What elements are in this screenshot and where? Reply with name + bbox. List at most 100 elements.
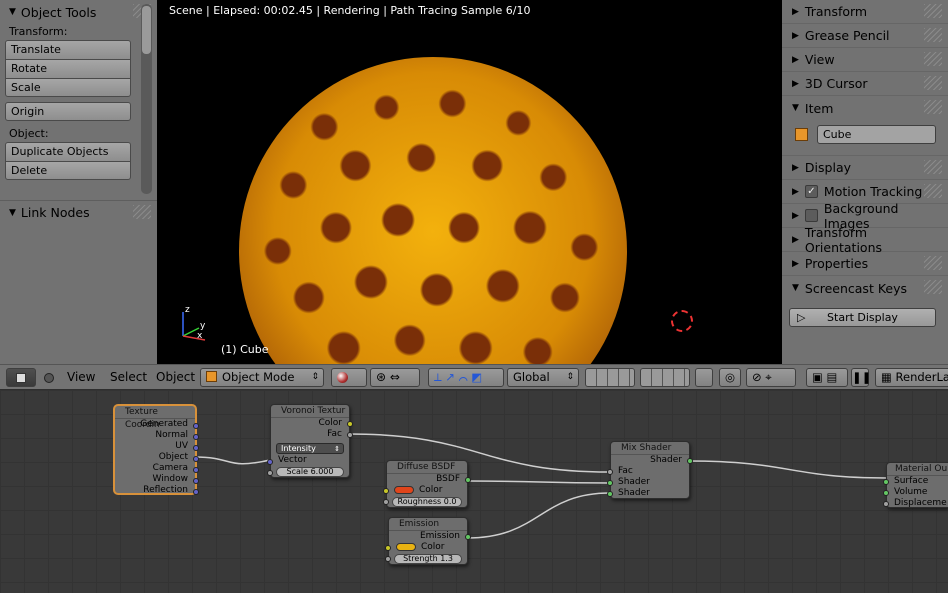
collapse-triangle-icon: ▼	[792, 283, 799, 293]
socket-emission[interactable]: Emission	[389, 531, 467, 542]
proportional-edit-icon[interactable]: ◎	[719, 368, 741, 387]
svg-text:y: y	[200, 321, 206, 331]
panel-display[interactable]: ▶ Display	[782, 156, 948, 180]
render-buttons[interactable]: ▣ ▤	[806, 368, 848, 387]
socket-object[interactable]: Object	[115, 452, 195, 463]
node-title: Diffuse BSDF	[387, 461, 467, 474]
strength-field[interactable]: Strength 1.3	[394, 554, 462, 564]
socket-bsdf[interactable]: BSDF	[387, 474, 467, 485]
socket-shader-2[interactable]: Shader	[611, 488, 689, 499]
lock-layer-icon[interactable]	[695, 368, 713, 387]
panel-properties[interactable]: ▶ Properties	[782, 252, 948, 276]
panel-item[interactable]: ▼ Item	[782, 96, 948, 120]
panel-view[interactable]: ▶ View	[782, 48, 948, 72]
delete-button[interactable]: Delete	[5, 161, 131, 180]
color-swatch	[396, 542, 416, 551]
expand-triangle-icon: ▶	[792, 186, 799, 197]
render-layer-icon: ▦	[881, 370, 896, 384]
manipulator-toggles[interactable]: ⟂ ↗ ⌒ ◩	[428, 368, 504, 387]
orientation-selector[interactable]: Global ⇕	[507, 368, 579, 387]
link-nodes-header[interactable]: ▼ Link Nodes	[0, 200, 157, 224]
tool-shelf-scrollbar[interactable]	[141, 4, 152, 194]
collapse-triangle-icon: ▼	[792, 103, 799, 113]
object-menu[interactable]: Object	[156, 369, 195, 386]
socket-color[interactable]: Color	[271, 418, 349, 429]
cube-icon	[16, 373, 26, 383]
start-display-button[interactable]: ▷ Start Display	[789, 308, 936, 327]
socket-volume[interactable]: Volume	[887, 487, 948, 498]
panel-transform[interactable]: ▶ Transform	[782, 0, 948, 24]
socket-generated[interactable]: Generated	[115, 419, 195, 430]
layer-buttons-1[interactable]	[585, 368, 635, 387]
expand-triangle-icon: ▶	[792, 78, 799, 89]
voronoi-texture-node[interactable]: Voronoi Textur Color Fac Intensity ⇕ Vect…	[267, 404, 353, 478]
socket-normal[interactable]: Normal	[115, 430, 195, 441]
pause-icon[interactable]: ❚❚	[851, 368, 871, 387]
diffuse-bsdf-node[interactable]: Diffuse BSDF BSDF Color Roughness 0.0	[383, 460, 471, 508]
3d-viewport[interactable]: Scene | Elapsed: 00:02.45 | Rendering | …	[157, 0, 782, 445]
node-editor-canvas[interactable]: Texture Coordin Generated Normal UV Obje…	[0, 390, 948, 593]
background-images-checkbox[interactable]	[804, 209, 818, 222]
socket-fac[interactable]: Fac	[611, 466, 689, 477]
drag-grip-icon[interactable]	[133, 205, 151, 219]
material-output-node[interactable]: Material Ou Surface Volume Displaceme	[883, 462, 948, 509]
panel-grease-pencil[interactable]: ▶ Grease Pencil	[782, 24, 948, 48]
expand-triangle-icon: ▶	[792, 258, 799, 269]
transform-label: Transform:	[9, 25, 68, 38]
view-menu[interactable]: View	[67, 369, 95, 386]
socket-window[interactable]: Window	[115, 474, 195, 485]
panel-transform-orientations[interactable]: ▶ Transform Orientations	[782, 225, 948, 255]
scale-button[interactable]: Scale	[5, 78, 131, 97]
pivot-selector[interactable]: ⊛ ⇔	[370, 368, 420, 387]
motion-tracking-checkbox[interactable]: ✓	[804, 185, 818, 198]
socket-vector[interactable]: Vector	[271, 455, 349, 466]
3d-cursor-icon[interactable]	[671, 310, 693, 332]
layer-buttons-2[interactable]	[640, 368, 690, 387]
roughness-field[interactable]: Roughness 0.0	[392, 497, 462, 507]
panel-3d-cursor[interactable]: ▶ 3D Cursor	[782, 72, 948, 96]
axis-gizmo-icon: z y x	[182, 305, 206, 341]
emission-color-row[interactable]: Color	[389, 542, 467, 553]
editor-type-button[interactable]	[6, 368, 36, 387]
origin-button[interactable]: Origin	[5, 102, 131, 121]
object-name-field[interactable]: Cube	[817, 125, 936, 144]
render-status: Scene | Elapsed: 00:02.45 | Rendering | …	[169, 4, 531, 17]
active-object-label: (1) Cube	[221, 343, 269, 356]
snap-icon: ⊘ ⌖	[752, 370, 772, 384]
socket-uv[interactable]: UV	[115, 441, 195, 452]
svg-text:x: x	[197, 331, 203, 341]
socket-fac[interactable]: Fac	[271, 429, 349, 440]
collapse-menu-icon[interactable]	[44, 373, 54, 383]
node-title: Texture Coordin	[115, 406, 195, 430]
duplicate-objects-button[interactable]: Duplicate Objects	[5, 142, 131, 161]
coloring-dropdown[interactable]: Intensity ⇕	[276, 443, 344, 454]
expand-triangle-icon: ▶	[792, 30, 799, 41]
mode-selector[interactable]: Object Mode ⇕	[200, 368, 324, 387]
manipulator-icon: ⟂ ↗ ⌒ ◩	[434, 370, 483, 384]
mix-shader-node[interactable]: Mix Shader Shader Fac Shader Shader	[607, 441, 693, 499]
scale-field[interactable]: Scale 6.000	[276, 467, 344, 477]
socket-camera[interactable]: Camera	[115, 463, 195, 474]
node-title: Voronoi Textur	[271, 405, 349, 418]
texture-coordinate-node[interactable]: Texture Coordin Generated Normal UV Obje…	[114, 405, 199, 496]
object-tools-header[interactable]: ▼ Object Tools	[0, 0, 157, 24]
socket-shader-1[interactable]: Shader	[611, 477, 689, 488]
viewport-shading-selector[interactable]	[331, 368, 367, 387]
emission-node[interactable]: Emission Emission Color Strength 1.3	[385, 517, 471, 565]
socket-reflection[interactable]: Reflection	[115, 485, 195, 496]
expand-triangle-icon: ▶	[792, 6, 799, 17]
object-label: Object:	[9, 127, 49, 140]
render-layer-selector[interactable]: ▦ RenderLa	[875, 368, 948, 387]
socket-shader-out[interactable]: Shader	[611, 455, 689, 466]
socket-displacement[interactable]: Displaceme	[887, 498, 948, 509]
panel-screencast-keys[interactable]: ▼ Screencast Keys	[782, 276, 948, 300]
socket-surface[interactable]: Surface	[887, 476, 948, 487]
translate-button[interactable]: Translate	[5, 40, 131, 59]
diffuse-color-row[interactable]: Color	[387, 485, 467, 496]
snap-toggles[interactable]: ⊘ ⌖	[746, 368, 796, 387]
node-title: Emission	[389, 518, 467, 531]
socket-dot-icon	[193, 423, 199, 429]
select-menu[interactable]: Select	[110, 369, 147, 386]
rotate-button[interactable]: Rotate	[5, 59, 131, 78]
node-title: Material Ou	[887, 463, 948, 476]
